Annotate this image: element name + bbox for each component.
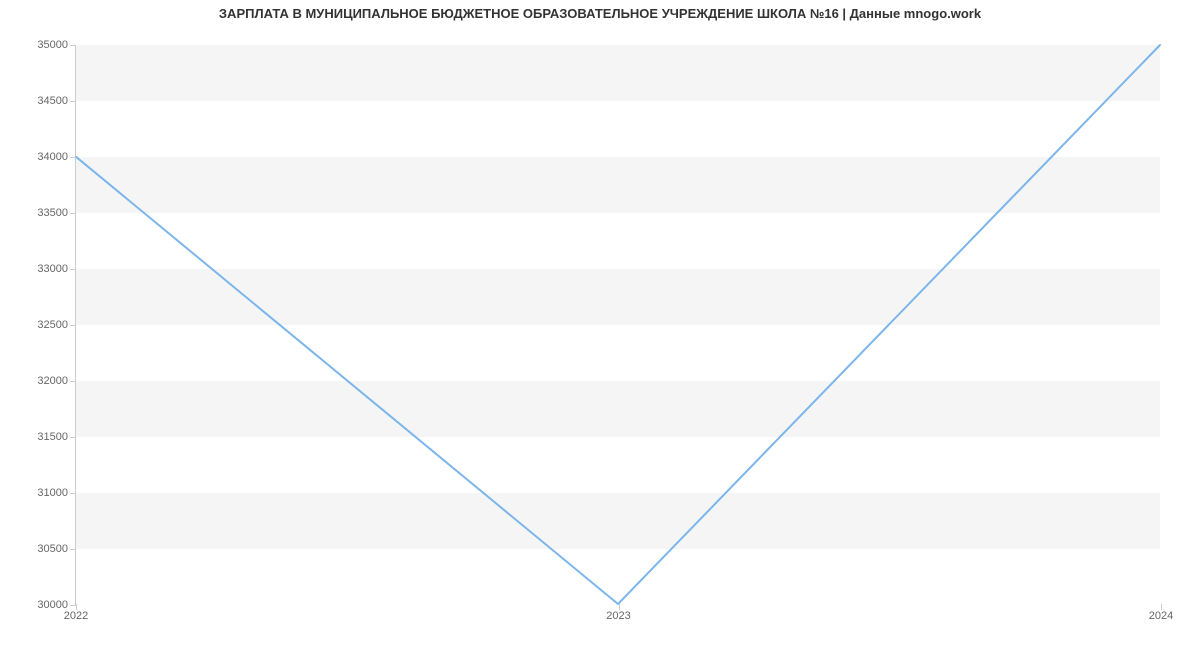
y-axis-tick-mark — [70, 493, 76, 494]
y-axis-tick-mark — [70, 269, 76, 270]
chart-title: ЗАРПЛАТА В МУНИЦИПАЛЬНОЕ БЮДЖЕТНОЕ ОБРАЗ… — [0, 6, 1200, 21]
y-axis-tick-mark — [70, 45, 76, 46]
salary-series-line — [76, 45, 1160, 604]
line-layer — [76, 45, 1160, 604]
plot-area[interactable]: 3000030500310003150032000325003300033500… — [75, 45, 1160, 605]
x-axis-tick-mark — [619, 604, 620, 610]
y-axis-tick-mark — [70, 437, 76, 438]
y-axis-tick-mark — [70, 157, 76, 158]
x-axis-tick-mark — [1161, 604, 1162, 610]
salary-line-chart: ЗАРПЛАТА В МУНИЦИПАЛЬНОЕ БЮДЖЕТНОЕ ОБРАЗ… — [0, 0, 1200, 650]
y-axis-tick-mark — [70, 325, 76, 326]
x-axis-tick-mark — [76, 604, 77, 610]
y-axis-tick-mark — [70, 381, 76, 382]
y-axis-tick-mark — [70, 101, 76, 102]
y-axis-tick-mark — [70, 213, 76, 214]
y-axis-tick-mark — [70, 549, 76, 550]
